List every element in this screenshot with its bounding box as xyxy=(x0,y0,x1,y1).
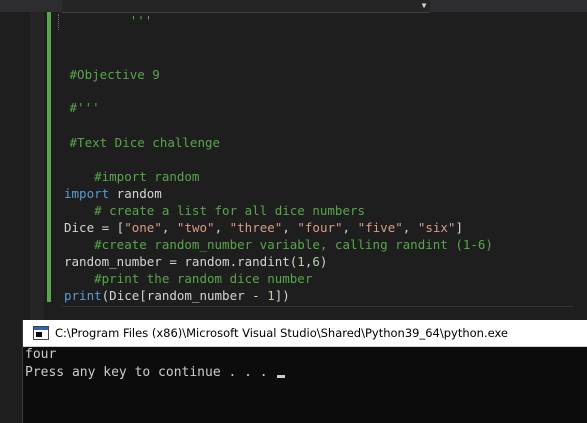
console-output[interactable]: four Press any key to continue . . . xyxy=(23,346,587,423)
line-gutter xyxy=(0,12,30,320)
console-line-prompt: Press any key to continue . . . xyxy=(25,364,286,382)
code-line: #''' xyxy=(62,100,100,115)
code-editor[interactable]: ▼ ''' #Objective 9 #''' #Text Dice chall… xyxy=(0,0,587,321)
dropdown-arrow-icon[interactable]: ▼ xyxy=(418,0,430,12)
code-line: #Objective 9 xyxy=(62,67,160,82)
code-line-randint: random_number = random.randint(1,6) xyxy=(64,254,328,269)
code-line: #import random xyxy=(64,169,200,184)
console-titlebar[interactable]: C:\Program Files (x86)\Microsoft Visual … xyxy=(23,320,587,347)
code-line-dice-list: Dice = ["one", "two", "three", "four", "… xyxy=(64,220,463,235)
console-title: C:\Program Files (x86)\Microsoft Visual … xyxy=(55,326,509,340)
text-cursor-icon xyxy=(277,375,286,378)
console-prompt-text: Press any key to continue . . . xyxy=(25,365,276,380)
console-window[interactable]: C:\Program Files (x86)\Microsoft Visual … xyxy=(22,320,587,423)
horizontal-scrollbar[interactable] xyxy=(62,306,573,321)
code-line: #Text Dice challenge xyxy=(62,135,221,150)
console-app-icon[interactable] xyxy=(33,326,49,340)
code-line-import: import random xyxy=(64,186,162,201)
console-line: four xyxy=(25,347,57,362)
code-line: ''' xyxy=(62,13,153,28)
code-line-print: print(Dice[random_number - 1]) xyxy=(64,288,290,303)
indicator-margin xyxy=(30,12,44,320)
vertical-scrollbar[interactable] xyxy=(573,12,587,320)
code-line: #print the random dice number xyxy=(64,271,313,286)
code-line: # create a list for all dice numbers xyxy=(64,203,366,218)
change-tracking-bar xyxy=(47,12,51,302)
code-line: #create random_number variable, calling … xyxy=(64,237,493,252)
